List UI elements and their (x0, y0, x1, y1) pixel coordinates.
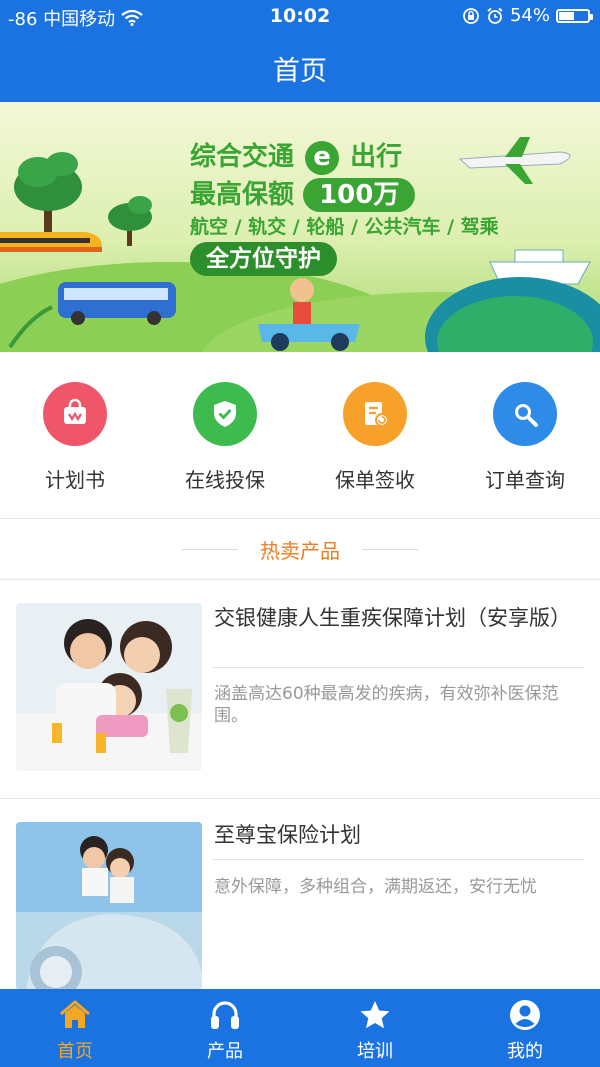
banner-slogan-pill: 全方位守护 (190, 242, 337, 276)
star-icon (360, 1001, 390, 1029)
banner-line3: 航空 / 轨交 / 轮船 / 公共汽车 / 驾乘 (190, 216, 499, 238)
product-card[interactable]: 交银健康人生重疾保障计划（安享版） 涵盖高达60种最高发的疾病，有效弥补医保范围… (0, 580, 600, 798)
banner-line2-a: 最高保额 (190, 180, 295, 210)
search-icon (515, 404, 538, 427)
quick-menu-icon-circle (193, 382, 257, 446)
section-header: 热卖产品 (0, 519, 600, 579)
nav-bar: 首页 (0, 34, 600, 102)
battery-level (559, 11, 575, 20)
tab-label: 产品 (207, 1041, 243, 1062)
headset-icon (211, 1001, 239, 1029)
quick-menu-label: 订单查询 (485, 468, 565, 492)
product-card[interactable]: 至尊宝保险计划 意外保障，多种组合，满期返还，安行无忧 (0, 799, 600, 990)
quick-menu-policy-receipt[interactable]: 保单签收 (300, 352, 450, 518)
tab-label: 我的 (507, 1041, 543, 1062)
status-bar: -86 中国移动 10:02 54% (0, 0, 600, 34)
battery-percent: 54% (509, 5, 550, 26)
couple-car-photo (16, 822, 202, 990)
quick-menu-order-query[interactable]: 订单查询 (450, 352, 600, 518)
bag-icon (64, 398, 86, 424)
section-line-right (362, 548, 418, 550)
product-title: 至尊宝保险计划 (214, 823, 361, 847)
quick-menu-plan[interactable]: 计划书 (0, 352, 150, 518)
banner-e-badge: e (305, 141, 340, 175)
document-sign-icon (365, 402, 389, 427)
quick-menu-online-insure[interactable]: 在线投保 (150, 352, 300, 518)
quick-menu-icon-circle (43, 382, 107, 446)
user-icon (510, 1000, 540, 1030)
family-photo (16, 603, 202, 771)
battery-icon (556, 8, 593, 23)
quick-menu: 计划书 在线投保 保单签收 订单查询 (0, 352, 600, 518)
rotation-lock-icon (463, 7, 479, 24)
product-image (16, 822, 202, 990)
product-divider (212, 667, 584, 668)
product-divider (212, 859, 584, 860)
tab-bar: 首页 产品 培训 我的 (0, 989, 600, 1067)
quick-menu-label: 计划书 (45, 468, 105, 492)
home-icon (60, 1000, 90, 1028)
banner-line1-a: 综合交通 (190, 142, 295, 172)
tab-training[interactable]: 培训 (300, 989, 450, 1067)
tab-label: 首页 (57, 1041, 93, 1062)
tab-label: 培训 (357, 1041, 393, 1062)
product-image (16, 603, 202, 771)
product-desc: 意外保障，多种组合，满期返还，安行无忧 (214, 877, 537, 897)
tab-products[interactable]: 产品 (150, 989, 300, 1067)
section-title: 热卖产品 (260, 538, 340, 563)
tab-mine[interactable]: 我的 (450, 989, 600, 1067)
page-title: 首页 (273, 55, 327, 87)
tab-home[interactable]: 首页 (0, 989, 150, 1067)
banner-line1-b: 出行 (350, 142, 403, 172)
product-title: 交银健康人生重疾保障计划（安享版） (214, 606, 571, 630)
quick-menu-icon-circle (493, 382, 557, 446)
product-desc: 涵盖高达60种最高发的疾病，有效弥补医保范围。 (214, 684, 559, 726)
section-line-left (182, 548, 238, 550)
quick-menu-icon-circle (343, 382, 407, 446)
alarm-icon (487, 7, 503, 24)
promo-banner[interactable]: 综合交通 e 出行 最高保额 100万 航空 / 轨交 / 轮船 / 公共汽车 … (0, 102, 600, 352)
banner-amount-pill: 100万 (303, 178, 416, 212)
shield-check-icon (214, 401, 236, 427)
quick-menu-label: 保单签收 (335, 468, 415, 492)
quick-menu-label: 在线投保 (185, 468, 265, 492)
